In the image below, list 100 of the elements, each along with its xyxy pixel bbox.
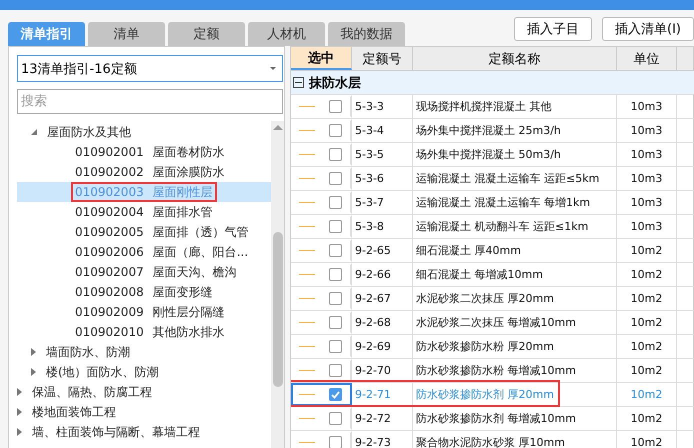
tree-guide-line — [299, 154, 315, 155]
expander-icon[interactable] — [17, 428, 22, 436]
column-header[interactable]: 定额名称 — [413, 47, 617, 70]
checkbox[interactable] — [329, 316, 342, 329]
tree-node-label: 楼(地）面防水、防潮 — [46, 364, 159, 380]
checkbox[interactable] — [329, 124, 342, 137]
name-cell: 防水砂浆掺防水剂 厚20mm — [413, 383, 617, 406]
code-cell: 9-2-72 — [352, 407, 413, 430]
unit-cell: 10m3 — [617, 143, 677, 166]
unit-cell: 10m2 — [617, 359, 677, 382]
code-cell: 5-3-3 — [352, 95, 413, 118]
name-cell: 水泥砂浆二次抹压 厚20mm — [413, 287, 617, 310]
collapse-icon[interactable] — [293, 77, 304, 88]
unit-cell: 10m3 — [617, 95, 677, 118]
unit-cell: 10m2 — [617, 335, 677, 358]
unit-cell: 10m2 — [617, 407, 677, 430]
tab[interactable]: 我的数据 — [328, 22, 405, 46]
name-cell: 运输混凝土 混凝土运输车 运距≤5km — [413, 167, 617, 190]
code-cell: 9-2-67 — [352, 287, 413, 310]
checkbox[interactable] — [329, 412, 342, 425]
tree-item[interactable]: 010902001 屋面卷材防水 — [17, 142, 271, 162]
tree-guide-line — [299, 130, 315, 131]
column-header[interactable]: 单位 — [617, 47, 677, 70]
scroll-thumb[interactable] — [272, 232, 282, 387]
code-cell: 5-3-6 — [352, 167, 413, 190]
expander-icon[interactable] — [31, 348, 36, 356]
code-cell: 5-3-4 — [352, 119, 413, 142]
tree-node[interactable]: 墙、柱面装饰与隔断、幕墙工程 — [17, 422, 271, 442]
column-header[interactable]: 选中 — [291, 47, 352, 70]
tree-node-label: 屋面防水及其他 — [47, 124, 131, 140]
name-cell: 场外集中搅拌混凝土 25m3/h — [413, 119, 617, 142]
tree-guide-line — [299, 106, 315, 107]
checkbox[interactable] — [329, 220, 342, 233]
tree-item[interactable]: 010902010 其他防水排水 — [17, 322, 271, 342]
checkbox[interactable] — [329, 268, 342, 281]
tree-item[interactable]: 010902006 屋面（廊、阳台... — [17, 242, 271, 262]
insert-button[interactable]: 插入子目 — [514, 17, 592, 41]
library-dropdown[interactable]: 13清单指引-16定额 — [17, 55, 283, 82]
tree-node-label: 保温、隔热、防腐工程 — [32, 384, 152, 400]
unit-cell: 10m2 — [617, 239, 677, 262]
tree-node[interactable]: 楼地面装饰工程 — [17, 402, 271, 422]
checkbox[interactable] — [329, 388, 342, 401]
tab[interactable]: 清单 — [88, 22, 165, 46]
tree-node[interactable]: 楼(地）面防水、防潮 — [17, 362, 271, 382]
scrollbar[interactable] — [271, 121, 284, 448]
unit-cell: 10m3 — [617, 119, 677, 142]
insert-button[interactable]: 插入清单(I) — [602, 17, 694, 41]
code-cell: 9-2-68 — [352, 311, 413, 334]
tree-node[interactable]: 墙面防水、防潮 — [17, 342, 271, 362]
tree-item[interactable]: 010902008 屋面变形缝 — [17, 282, 271, 302]
group-row[interactable]: 抹防水层 — [291, 71, 694, 95]
tree-item[interactable]: 010902007 屋面天沟、檐沟 — [17, 262, 271, 282]
code-cell: 9-2-71 — [352, 383, 413, 406]
code-cell: 5-3-7 — [352, 191, 413, 214]
expander-icon[interactable] — [17, 408, 22, 416]
tree-guide-line — [299, 418, 315, 419]
checkbox[interactable] — [329, 364, 342, 377]
tree-guide-line — [299, 298, 315, 299]
tree-item[interactable]: 010902005 屋面排（透）气管 — [17, 222, 271, 242]
tree-item[interactable]: 010902009 刚性层分隔缝 — [17, 302, 271, 322]
name-cell: 水泥砂浆二次抹压 每增减10mm — [413, 311, 617, 334]
code-cell: 5-3-5 — [352, 143, 413, 166]
tree-guide-line — [299, 442, 315, 443]
scroll-up-icon[interactable] — [272, 125, 282, 130]
unit-cell: 10m2 — [617, 431, 677, 448]
unit-cell: 10m2 — [617, 287, 677, 310]
tree-node-label: 墙、柱面装饰与隔断、幕墙工程 — [32, 424, 200, 440]
name-cell: 防水砂浆掺防水粉 厚20mm — [413, 335, 617, 358]
unit-cell: 10m2 — [617, 311, 677, 334]
name-cell: 现场搅拌机搅拌混凝土 其他 — [413, 95, 617, 118]
tree-guide-line — [299, 202, 315, 203]
checkbox[interactable] — [329, 172, 342, 185]
name-cell: 细石混凝土 每增减10mm — [413, 263, 617, 286]
checkbox[interactable] — [329, 148, 342, 161]
expander-icon[interactable] — [31, 368, 36, 376]
tree-node[interactable]: 屋面防水及其他 — [17, 122, 271, 142]
expander-icon[interactable] — [31, 129, 37, 135]
code-cell: 9-2-66 — [352, 263, 413, 286]
code-cell: 9-2-69 — [352, 335, 413, 358]
tab[interactable]: 人材机 — [248, 22, 325, 46]
name-cell: 场外集中搅拌混凝土 50m3/h — [413, 143, 617, 166]
group-label: 抹防水层 — [309, 74, 361, 92]
checkbox[interactable] — [329, 244, 342, 257]
tree-item[interactable]: 010902002 屋面涂膜防水 — [17, 162, 271, 182]
search-field[interactable]: 搜索 — [17, 89, 283, 114]
tree-node[interactable]: 保温、隔热、防腐工程 — [17, 382, 271, 402]
checkbox[interactable] — [329, 436, 342, 448]
tree-guide-line — [299, 322, 315, 323]
checkbox[interactable] — [329, 292, 342, 305]
column-header[interactable]: 定额号 — [352, 47, 413, 70]
unit-cell: 10m2 — [617, 263, 677, 286]
checkbox[interactable] — [329, 100, 342, 113]
checkbox[interactable] — [329, 196, 342, 209]
code-cell: 9-2-73 — [352, 431, 413, 448]
expander-icon[interactable] — [17, 388, 22, 396]
checkbox[interactable] — [329, 340, 342, 353]
unit-cell: 10m3 — [617, 215, 677, 238]
tree-guide-line — [299, 370, 315, 371]
tree-item[interactable]: 010902004 屋面排水管 — [17, 202, 271, 222]
tab[interactable]: 定额 — [168, 22, 245, 46]
